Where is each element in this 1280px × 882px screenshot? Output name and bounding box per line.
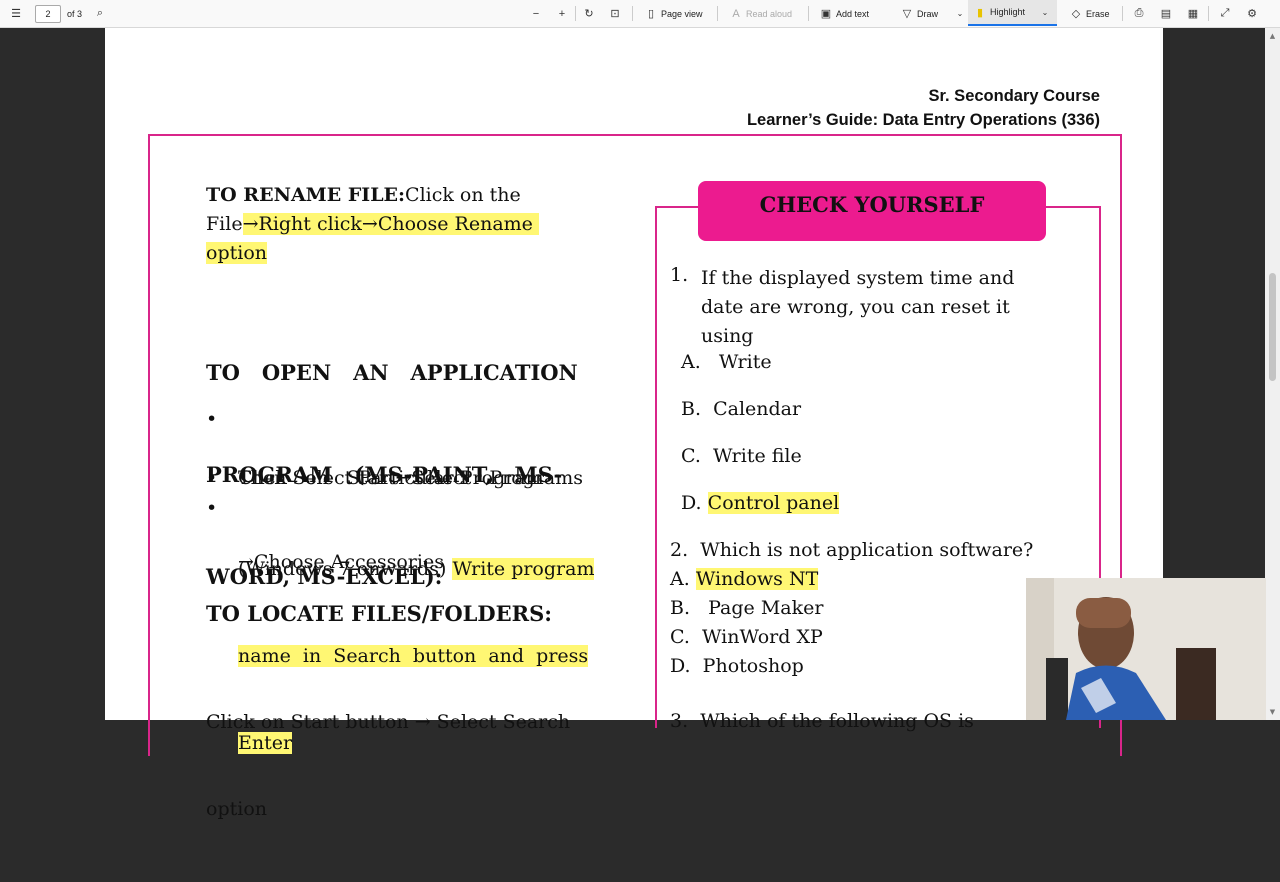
q1-option-b: B. Calendar [681,398,802,420]
scroll-down-icon[interactable]: ▼ [1268,708,1277,716]
read-aloud-label: Read aloud [746,8,793,19]
arrow-2: → [361,213,378,235]
q1-number: 1. [670,264,689,286]
open-app-line1: TO OPEN AN APPLICATION [206,360,578,385]
q2-option-c: C. WinWord XP [670,626,823,648]
highlight-button[interactable]: ▮ Highlight ⌄ [968,0,1058,26]
highlighter-icon: ▮ [976,6,984,19]
q1-line1: If the displayed system time and [701,267,1015,289]
guide-header: Learner’s Guide: Data Entry Operations (… [746,111,1100,129]
fit-page-icon[interactable]: ⊡ [609,7,621,20]
q1-line2: date are wrong, you can reset it [701,296,1010,318]
bullet-3-plain: (Windows 7 onwards) [238,558,447,580]
presenter-video-image [1026,578,1266,720]
q1-option-a: A. Write [681,351,772,373]
scroll-up-icon[interactable]: ▲ [1268,32,1277,40]
course-header: Sr. Secondary Course [928,87,1101,105]
q1-option-d: D. Control panel [681,492,840,514]
add-text-icon: ▣ [820,8,832,20]
q2-option-a-label: A. [670,568,690,590]
zoom-in-icon[interactable]: + [556,8,568,20]
rename-text-b: File [206,213,243,235]
arrow-1: → [242,213,259,235]
q2-text: 2. Which is not application software? [670,539,1034,561]
draw-chevron-down-icon[interactable]: ⌄ [954,9,966,18]
bullet-3-hl1: Write program [452,558,595,580]
contents-icon[interactable]: ☰ [10,7,22,20]
draw-icon: ▽ [902,8,912,20]
search-icon[interactable]: ⌕ [94,7,106,20]
locate-line2: option [206,798,267,820]
rename-highlight-c: option [206,242,267,264]
bullet-dot: • [206,408,218,430]
rotate-icon[interactable]: ↻ [583,7,595,20]
highlight-chevron-down-icon[interactable]: ⌄ [1039,8,1051,17]
locate-text: Click on Start button → Select Search op… [206,650,570,882]
bullet-dot: • [206,467,218,489]
save-icon[interactable]: ▤ [1160,7,1172,20]
page-view-icon: ▯ [647,8,655,20]
vertical-scrollbar[interactable]: ▲ ▼ [1265,28,1280,720]
zoom-out-icon[interactable]: − [530,8,542,20]
scrollbar-thumb[interactable] [1269,273,1276,381]
q2-option-a: A. Windows NT [670,568,819,590]
add-text-label: Add text [836,8,870,19]
q2-option-b: B. Page Maker [670,597,824,619]
pdf-page: Sr. Secondary Course Learner’s Guide: Da… [105,28,1163,820]
eraser-icon: ◇ [1071,8,1081,20]
q3-partial: 3. Which of the following OS is [670,710,974,732]
locate-line1: Click on Start button → Select Search [206,711,571,733]
rename-highlight-a: Right click [258,213,362,235]
erase-button[interactable]: ◇ Erase [1070,0,1110,27]
q1-option-d-label: D. [681,492,702,514]
draw-button[interactable]: ▽ Draw ⌄ [901,0,966,27]
bullet-2: Then Select Particular Program [238,467,544,489]
rename-heading: TO RENAME FILE: [206,184,406,206]
q1-option-d-text: Control panel [707,492,840,514]
page-number-input[interactable]: 2 [35,5,61,23]
q2-option-a-text: Windows NT [695,568,819,590]
fullscreen-icon[interactable]: ⤢ [1219,7,1231,20]
read-aloud-icon: A [732,7,740,20]
check-yourself-banner: CHECK YOURSELF [698,181,1046,241]
q2-option-d: D. Photoshop [670,655,804,677]
q1-option-c: C. Write file [681,445,802,467]
draw-label: Draw [917,8,939,19]
add-text-button[interactable]: ▣ Add text [820,0,869,27]
webcam-overlay [1026,578,1266,720]
page-total: of 3 [67,8,83,19]
print-icon[interactable]: ⎙ [1133,7,1145,20]
page-view-button[interactable]: ▯ Page view [645,0,703,27]
page-view-label: Page view [661,8,703,19]
settings-gear-icon[interactable]: ⚙ [1246,7,1258,20]
read-aloud-button[interactable]: A Read aloud [730,0,792,27]
highlight-label: Highlight [990,7,1026,17]
save-as-icon[interactable]: ▦ [1187,7,1199,20]
bullet-dot: • [206,497,218,519]
erase-label: Erase [1086,8,1110,19]
q1-line3: using [701,325,754,347]
q1-text: If the displayed system time and date ar… [701,264,1014,351]
rename-text-a: Click on the [405,184,521,206]
check-yourself-title: CHECK YOURSELF [759,192,985,217]
rename-section: TO RENAME FILE:Click on the File→Right c… [206,181,626,268]
rename-highlight-b: Choose Rename [377,213,533,235]
pdf-toolbar: ☰ 2 of 3 ⌕ − + ↻ ⊡ ▯ Page view A Read alou… [0,0,1280,28]
locate-heading: TO LOCATE FILES/FOLDERS: [206,601,552,626]
